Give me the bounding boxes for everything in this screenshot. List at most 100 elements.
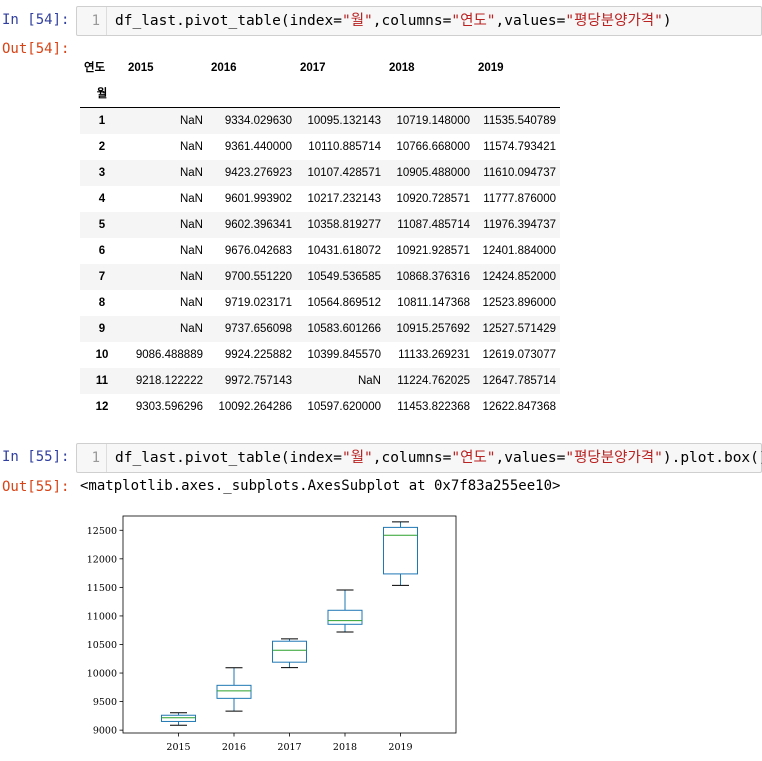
code-mid2: ,values= <box>495 13 566 29</box>
table-cell: 11574.793421 <box>483 141 556 153</box>
y-tick-label: 10000 <box>87 669 117 680</box>
row-index: 10 <box>95 349 109 361</box>
code-func: df_last.pivot_table(index= <box>115 450 342 466</box>
column-header: 2019 <box>478 62 504 74</box>
table-row: 7 NaN 9700.551220 10549.536585 10868.376316 1… <box>80 264 560 290</box>
row-index: 5 <box>98 219 106 231</box>
table-row: 8 NaN 9719.023171 10564.869512 10811.147368 1… <box>80 290 560 316</box>
table-index-name-row: 월 <box>80 81 560 108</box>
table-cell: 9423.276923 <box>224 167 292 179</box>
code-string-values: "평당분양가격" <box>565 450 663 466</box>
x-tick-label: 2018 <box>333 742 357 753</box>
row-index: 9 <box>98 323 106 335</box>
table-cell: 10217.232143 <box>307 193 381 205</box>
table-cell: 9676.042683 <box>224 245 292 257</box>
table-cell: 10719.148000 <box>385 107 474 134</box>
table-cell: 11610.094737 <box>483 167 556 179</box>
box-plot: 9000 9500 10000 10500 11000 11500 12000 12500 20… <box>87 515 457 753</box>
table-cell: 10766.668000 <box>396 141 470 153</box>
table-cell: 10583.601266 <box>307 323 381 335</box>
code-cell-55[interactable]: 1 df_last.pivot_table(index="월",columns=… <box>76 443 762 473</box>
table-cell: 9972.757143 <box>224 375 292 387</box>
table-cell: 9303.596296 <box>135 401 203 413</box>
table-cell: 9218.122222 <box>135 375 203 387</box>
y-tick-label: 11000 <box>87 611 117 622</box>
y-tick-label: 12500 <box>87 526 117 537</box>
table-cell: 9334.029630 <box>207 107 296 134</box>
table-cell: 11133.269231 <box>398 349 470 361</box>
table-cell: 10564.869512 <box>307 297 381 309</box>
table-row: 11 9218.122222 9972.757143 NaN 11224.762025 1… <box>80 368 560 394</box>
row-index: 4 <box>98 193 106 205</box>
row-index: 11 <box>95 375 109 387</box>
column-header: 2017 <box>300 62 326 74</box>
row-index: 12 <box>95 401 109 413</box>
columns-name: 연도 <box>84 62 106 74</box>
table-cell: 12647.785714 <box>482 375 556 387</box>
y-tick-label: 10500 <box>87 640 117 651</box>
output-prompt-54: Out[54]: <box>2 41 70 57</box>
column-header: 2015 <box>128 62 154 74</box>
table-row: 9 NaN 9737.656098 10583.601266 10915.257692 1… <box>80 316 560 342</box>
table-cell: 12401.884000 <box>482 245 556 257</box>
code-string-index: "월" <box>341 13 373 29</box>
code-string-index: "월" <box>341 450 373 466</box>
table-cell: NaN <box>357 375 381 387</box>
table-row: 3 NaN 9423.276923 10107.428571 10905.488000 1… <box>80 160 560 186</box>
output-repr-text: <matplotlib.axes._subplots.AxesSubplot a… <box>80 478 561 494</box>
table-cell: 10811.147368 <box>397 297 470 309</box>
row-index: 3 <box>98 167 106 179</box>
row-index: 2 <box>98 141 106 153</box>
line-number: 1 <box>77 444 107 472</box>
code-cell-54[interactable]: 1 df_last.pivot_table(index="월",columns=… <box>76 6 762 36</box>
table-row: 12 9303.596296 10092.264286 10597.620000 114… <box>80 394 560 420</box>
code-mid2: ,values= <box>495 450 566 466</box>
code-end: ) <box>662 13 672 29</box>
table-cell: 10915.257692 <box>396 323 470 335</box>
table-cell: NaN <box>179 193 203 205</box>
pivot-table: 연도 2015 2016 2017 2018 2019 월 1 NaN 9334.0… <box>80 55 560 420</box>
table-cell: NaN <box>179 141 203 153</box>
y-tick-label: 11500 <box>87 583 117 594</box>
table-cell: 10399.845570 <box>307 349 381 361</box>
table-cell: 9601.993902 <box>224 193 292 205</box>
code-string-values: "평당분양가격" <box>565 13 663 29</box>
table-cell: NaN <box>179 245 203 257</box>
table-cell: 10110.885714 <box>308 141 381 153</box>
table-cell: 11453.822368 <box>397 401 470 413</box>
column-header: 2016 <box>211 62 237 74</box>
code-mid1: ,columns= <box>372 450 452 466</box>
output-prompt-55: Out[55]: <box>2 479 70 495</box>
code-func: df_last.pivot_table(index= <box>115 13 342 29</box>
table-cell: 9924.225882 <box>224 349 292 361</box>
line-number: 1 <box>77 7 107 35</box>
input-prompt-55: In [55]: <box>2 449 70 465</box>
table-cell: 9719.023171 <box>224 297 292 309</box>
table-cell: 10358.819277 <box>307 219 381 231</box>
table-cell: 10905.488000 <box>396 167 470 179</box>
table-cell: 12523.896000 <box>482 297 556 309</box>
row-index: 7 <box>98 271 106 283</box>
x-tick-label: 2017 <box>277 742 301 753</box>
table-row: 10 9086.488889 9924.225882 10399.845570 1113… <box>80 342 560 368</box>
table-cell: 10920.728571 <box>396 193 470 205</box>
table-cell: 11087.485714 <box>397 219 470 231</box>
table-cell: 11976.394737 <box>483 219 556 231</box>
table-cell: 12424.852000 <box>482 271 556 283</box>
x-tick-label: 2015 <box>166 742 190 753</box>
code-line[interactable]: df_last.pivot_table(index="월",columns="연… <box>115 7 672 35</box>
table-cell: 12622.847368 <box>482 401 556 413</box>
table-row: 5 NaN 9602.396341 10358.819277 11087.485714 1… <box>80 212 560 238</box>
y-tick-label: 12000 <box>87 554 117 565</box>
box-body <box>327 609 363 625</box>
row-index: 8 <box>98 297 106 309</box>
code-line[interactable]: df_last.pivot_table(index="월",columns="연… <box>115 444 762 472</box>
table-cell: 10921.928571 <box>396 245 470 257</box>
x-tick-label: 2019 <box>388 742 412 753</box>
table-cell: NaN <box>124 107 207 134</box>
table-cell: 10431.618072 <box>307 245 381 257</box>
table-row: 1 NaN 9334.029630 10095.132143 10719.148000 1… <box>80 107 560 134</box>
plot-frame <box>122 515 457 734</box>
table-cell: 9086.488889 <box>135 349 203 361</box>
table-cell: 12619.073077 <box>482 349 556 361</box>
